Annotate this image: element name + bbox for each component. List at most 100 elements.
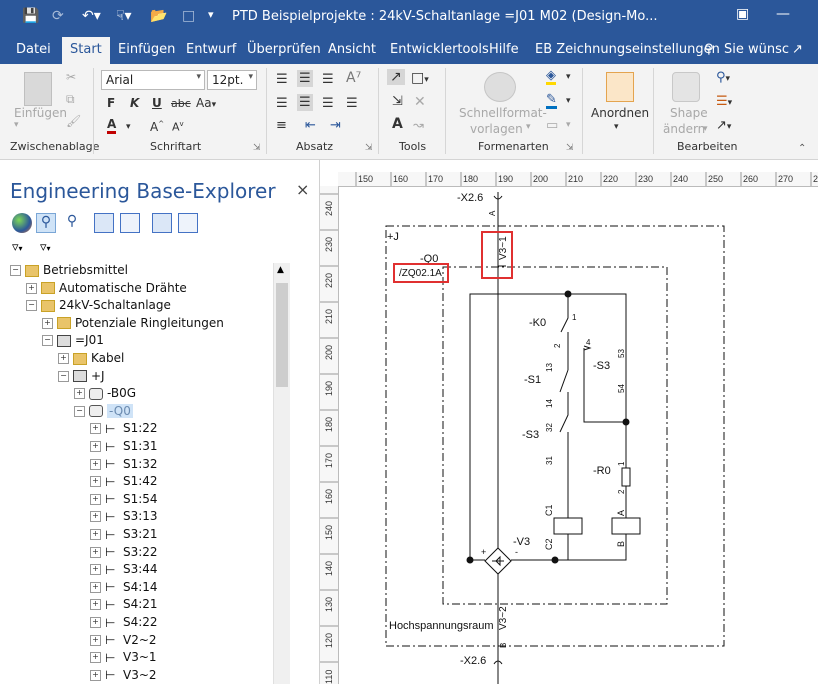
collapse-icon[interactable]: − <box>74 405 85 417</box>
change-shape-dropdown-icon[interactable]: ▾ <box>703 124 708 134</box>
tab-ansicht[interactable]: Ansicht <box>328 42 376 57</box>
align-top-center-icon[interactable]: ☰ <box>297 70 313 87</box>
connection-point-icon[interactable]: ↝ <box>413 118 424 133</box>
tree-node[interactable]: + ⊢ S1:31 <box>90 439 158 456</box>
collapse-icon[interactable]: − <box>10 265 21 276</box>
coil-c-symbol[interactable] <box>553 517 583 535</box>
find-icon[interactable]: ⚲▾ <box>716 70 730 85</box>
bold-button[interactable]: F <box>107 96 115 110</box>
line-dropdown-icon[interactable]: ▾ <box>566 96 571 106</box>
room-label[interactable]: Hochspannungsraum <box>389 620 494 632</box>
enclosure-label[interactable]: +J <box>387 231 399 243</box>
expand-icon[interactable]: + <box>90 529 101 540</box>
scrollbar-thumb[interactable] <box>276 283 288 387</box>
shape-styles-dialog-launcher-icon[interactable]: ⇲ <box>566 143 574 153</box>
arrange-dropdown-icon[interactable]: ▾ <box>614 122 619 132</box>
pointer-icon[interactable]: ☟▾ <box>116 8 132 24</box>
expand-icon[interactable]: + <box>90 493 101 505</box>
bottom-terminal-label[interactable]: -X2.6 <box>460 655 486 667</box>
effects-dropdown-icon[interactable]: ▾ <box>566 120 571 130</box>
align-top-right-icon[interactable]: ☰ <box>322 72 334 87</box>
top-terminal-label[interactable]: -X2.6 <box>457 192 483 204</box>
tree-node[interactable]: + ⊢ S4:22 <box>90 615 158 632</box>
tab-tell-me[interactable]: Sie wünsc <box>724 42 789 57</box>
tab-ueberpruefen[interactable]: Überprüfen <box>247 42 321 57</box>
tree-node[interactable]: + ⊢ S1:32 <box>90 457 158 474</box>
expand-icon[interactable]: + <box>90 458 101 470</box>
expand-icon[interactable]: + <box>42 317 53 329</box>
search-icon[interactable]: ⚲ <box>36 213 56 233</box>
resistor-symbol[interactable] <box>621 467 631 487</box>
pointer-tool-icon[interactable]: ↗ <box>387 69 405 85</box>
align-top-left-icon[interactable]: ☰ <box>276 72 288 87</box>
tree-node[interactable]: − +J <box>58 369 105 386</box>
font-dialog-launcher-icon[interactable]: ⇲ <box>253 143 261 153</box>
expand-icon[interactable]: + <box>90 564 101 576</box>
s3b-label[interactable]: -S3 <box>593 360 610 372</box>
font-size-combo[interactable]: 12pt. ▾ <box>207 70 257 90</box>
properties-icon[interactable] <box>120 213 140 233</box>
tree-node[interactable]: + ⊢ S1:54 <box>90 492 158 509</box>
globe-icon[interactable] <box>12 213 32 233</box>
drawing-canvas[interactable]: 150 160 170 180 190 200 210 220 230 240 250 260 270 2… <box>320 160 818 684</box>
tab-hilfe[interactable]: Hilfe <box>489 42 519 57</box>
change-case-button[interactable]: Aa▾ <box>196 96 216 110</box>
tree-node[interactable]: + Kabel <box>58 351 124 368</box>
tree-node[interactable]: + ⊢ S3:22 <box>90 545 158 562</box>
layers-icon[interactable]: ☰▾ <box>716 94 732 109</box>
tree-node[interactable]: + ⊢ V3~1 <box>90 650 157 667</box>
ribbon-display-icon[interactable]: ▣ <box>736 6 749 22</box>
paste-button-label[interactable]: Einfügen <box>14 106 67 120</box>
cut-icon[interactable]: ✂ <box>66 70 76 84</box>
paste-dropdown-icon[interactable]: ▾ <box>14 120 19 130</box>
align-left-icon[interactable]: ☰ <box>276 96 288 111</box>
expand-icon[interactable]: + <box>26 282 37 294</box>
open-folder-icon[interactable]: 📂 <box>150 8 167 24</box>
shrink-font-button[interactable]: Av <box>172 120 184 134</box>
save-icon[interactable]: 💾 <box>22 8 39 24</box>
tree-node[interactable]: + ⊢ S4:14 <box>90 580 158 597</box>
change-shape-label-2[interactable]: ändern <box>663 122 705 136</box>
tab-start[interactable]: Start <box>62 37 110 64</box>
grow-font-button[interactable]: A^ <box>150 120 164 134</box>
font-color-dropdown-icon[interactable]: ▾ <box>126 122 131 132</box>
tree-node[interactable]: − Betriebsmittel <box>10 263 128 280</box>
italic-button[interactable]: K <box>130 96 139 110</box>
expand-icon[interactable]: + <box>90 617 101 628</box>
quick-styles-label-2[interactable]: vorlagen <box>470 122 523 136</box>
tree-node[interactable]: + ⊢ S1:42 <box>90 474 158 491</box>
arrange-icon[interactable] <box>606 72 634 102</box>
arrange-button[interactable]: Anordnen <box>591 106 649 120</box>
decrease-indent-icon[interactable]: ⇤ <box>305 118 316 133</box>
justify-icon[interactable]: ☰ <box>346 96 358 111</box>
s1-label[interactable]: -S1 <box>524 374 541 386</box>
expand-icon[interactable]: + <box>90 599 101 611</box>
font-name-combo[interactable]: Arial ▾ <box>101 70 205 90</box>
collapse-ribbon-icon[interactable]: ⌃ <box>798 143 806 154</box>
tree-node[interactable]: − =J01 <box>42 333 104 350</box>
columns-icon[interactable] <box>152 213 172 233</box>
list-view-icon[interactable] <box>94 213 114 233</box>
tab-eb-zeichnungseinstellungen[interactable]: EB Zeichnungseinstellungen <box>535 42 720 57</box>
copy-icon[interactable]: ⧉ <box>66 92 75 107</box>
expand-icon[interactable]: + <box>90 581 101 593</box>
tree-node[interactable]: + -B0G <box>74 386 136 403</box>
fill-icon[interactable]: ◈ <box>546 69 556 85</box>
search-next-icon[interactable]: ⚲ <box>62 213 82 233</box>
increase-indent-icon[interactable]: ⇥ <box>330 118 341 133</box>
change-shape-icon[interactable] <box>672 72 700 102</box>
fill-dropdown-icon[interactable]: ▾ <box>566 72 571 82</box>
enclosure-outline[interactable] <box>385 225 725 647</box>
paste-icon[interactable] <box>24 72 52 106</box>
tree-node[interactable]: − 24kV-Schaltanlage <box>26 298 171 315</box>
tree-node[interactable]: + ⊢ S3:21 <box>90 527 158 544</box>
new-document-icon[interactable]: □ <box>182 8 195 24</box>
r0-label[interactable]: -R0 <box>593 465 611 477</box>
text-direction-icon[interactable]: A⁷ <box>346 70 361 86</box>
expand-icon[interactable]: + <box>58 353 69 364</box>
quick-styles-dropdown-icon[interactable]: ▾ <box>526 122 531 132</box>
tree-node[interactable]: − -Q0 <box>74 403 133 421</box>
tree-node[interactable]: + ⊢ S3:13 <box>90 509 158 526</box>
collapse-icon[interactable]: − <box>26 300 37 312</box>
quick-styles-icon[interactable] <box>484 72 516 102</box>
